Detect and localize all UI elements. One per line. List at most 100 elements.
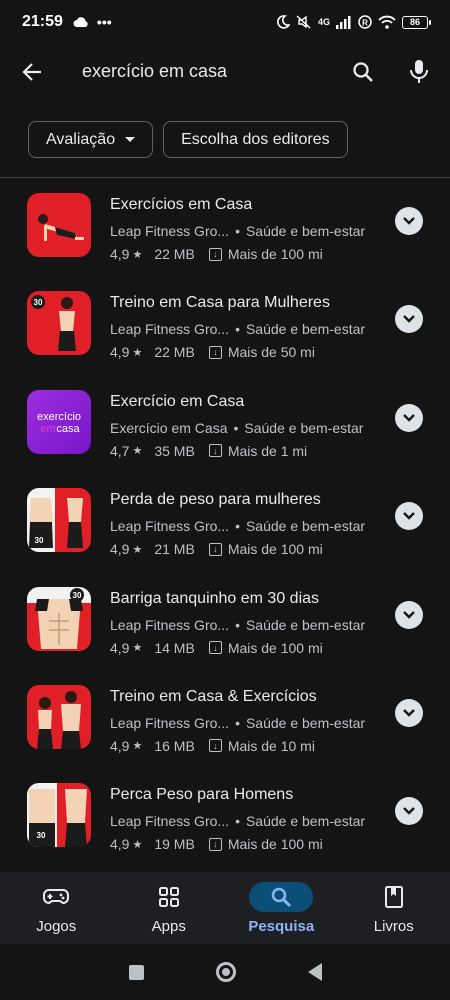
- red-abs-icon: 30: [27, 586, 91, 651]
- app-title: Treino em Casa para Mulheres: [110, 294, 330, 312]
- logo-word-2: em: [40, 423, 55, 435]
- app-stats: 4,7 ★ 35 MB ↓ Mais de 1 mi: [110, 443, 307, 459]
- app-rating: 4,9: [110, 737, 130, 754]
- app-size: 14 MB: [154, 639, 195, 656]
- download-icon: ↓: [208, 739, 222, 753]
- rating-filter-chip[interactable]: Avaliação: [28, 121, 154, 158]
- app-category: Saúde e bem-estar: [245, 518, 366, 535]
- home-button[interactable]: [215, 962, 236, 982]
- arrow-left-icon: [22, 63, 41, 81]
- app-downloads: Mais de 50 mi: [227, 344, 315, 361]
- search-button[interactable]: [348, 57, 378, 87]
- separator: •: [235, 616, 240, 633]
- star-icon: ★: [132, 445, 143, 458]
- list-item[interactable]: Treino em Casa & Exercícios Leap Fitness…: [0, 682, 450, 780]
- microphone-icon: [410, 60, 428, 83]
- app-category: Saúde e bem-estar: [245, 714, 366, 731]
- search-input[interactable]: exercício em casa: [82, 61, 227, 82]
- app-title: Barriga tanquinho em 30 dias: [110, 589, 320, 607]
- expand-button[interactable]: [395, 502, 423, 531]
- chevron-down-icon: [403, 217, 415, 225]
- app-category: Saúde e bem-estar: [245, 223, 366, 239]
- red-women-workout-icon: 30: [27, 291, 91, 356]
- app-size: 16 MB: [154, 737, 195, 754]
- voice-search-button[interactable]: [404, 57, 434, 87]
- app-title: Exercícios em Casa: [110, 196, 253, 213]
- download-icon: ↓: [208, 837, 222, 851]
- back-button[interactable]: [18, 58, 46, 86]
- battery-indicator: 86: [402, 15, 431, 29]
- filter-chips: Avaliação Escolha dos editores: [28, 121, 348, 158]
- expand-button[interactable]: [395, 698, 423, 727]
- app-meta: Leap Fitness Gro... • Saúde e bem-estar: [110, 617, 365, 633]
- editors-choice-chip[interactable]: Escolha dos editores: [163, 121, 348, 158]
- registered-icon: R: [358, 15, 372, 29]
- app-stats: 4,9 ★ 16 MB ↓ Mais de 10 mi: [110, 738, 315, 754]
- star-icon: ★: [132, 248, 143, 261]
- list-item[interactable]: exercício em casa Exercício em Casa Exer…: [0, 387, 450, 485]
- app-rating: 4,9: [110, 541, 130, 558]
- star-icon: ★: [132, 543, 143, 556]
- caret-down-icon: [125, 137, 136, 142]
- app-developer: Leap Fitness Gro...: [110, 321, 230, 338]
- signal-icon: [336, 15, 351, 29]
- nav-item-search[interactable]: Pesquisa: [225, 872, 338, 944]
- search-results-list: Exercícios em Casa Leap Fitness Gro... •…: [0, 190, 450, 879]
- nav-label: Apps: [151, 917, 186, 935]
- star-icon: ★: [132, 838, 143, 851]
- list-item[interactable]: 30 Perda de peso para mulheres Leap Fitn…: [0, 485, 450, 583]
- app-downloads: Mais de 100 mi: [227, 836, 323, 853]
- app-title: Exercício em Casa: [110, 392, 245, 410]
- search-icon: [353, 62, 373, 82]
- app-category: Saúde e bem-estar: [245, 813, 366, 830]
- red-before-after-men-icon: 30: [27, 783, 91, 848]
- divider: [0, 177, 450, 178]
- download-icon: ↓: [208, 345, 222, 359]
- app-meta: Leap Fitness Gro... • Saúde e bem-estar: [110, 321, 365, 337]
- app-downloads: Mais de 100 mi: [227, 639, 323, 656]
- recents-button[interactable]: [128, 964, 144, 980]
- expand-button[interactable]: [395, 305, 423, 334]
- list-item[interactable]: 30 Barriga tanquinho em 30 dias Leap Fit…: [0, 584, 450, 682]
- download-icon: ↓: [208, 247, 222, 261]
- svg-text:R: R: [362, 19, 368, 28]
- expand-button[interactable]: [395, 207, 423, 235]
- more-notifications-icon: •••: [96, 14, 112, 30]
- logo-word-1: exercício: [37, 411, 81, 423]
- app-size: 22 MB: [154, 246, 195, 262]
- list-item[interactable]: Exercícios em Casa Leap Fitness Gro... •…: [0, 190, 450, 288]
- nav-label: Livros: [373, 917, 414, 935]
- app-size: 19 MB: [154, 836, 195, 853]
- app-downloads: Mais de 10 mi: [227, 737, 315, 754]
- list-item[interactable]: 30 Perca Peso para Homens Leap Fitness G…: [0, 780, 450, 878]
- search-bar: exercício em casa: [0, 44, 450, 100]
- app-size: 22 MB: [154, 344, 195, 361]
- active-pill: [249, 881, 314, 912]
- app-developer: Leap Fitness Gro...: [110, 223, 230, 239]
- chevron-down-icon: [403, 315, 415, 324]
- chip-label: Escolha dos editores: [181, 130, 330, 148]
- app-title: Perda de peso para mulheres: [110, 491, 321, 509]
- app-stats: 4,9 ★ 22 MB ↓ Mais de 100 mi: [110, 246, 323, 262]
- app-category: Saúde e bem-estar: [244, 419, 364, 436]
- nav-item-books[interactable]: Livros: [338, 872, 450, 944]
- search-icon: [271, 887, 292, 907]
- app-meta: Exercício em Casa • Saúde e bem-estar: [110, 420, 363, 436]
- expand-button[interactable]: [395, 600, 423, 629]
- nav-item-apps[interactable]: Apps: [113, 872, 226, 944]
- app-size: 35 MB: [154, 442, 195, 459]
- separator: •: [235, 518, 240, 535]
- expand-button[interactable]: [395, 403, 423, 432]
- red-couple-workout-icon: [27, 684, 91, 749]
- app-stats: 4,9 ★ 22 MB ↓ Mais de 50 mi: [110, 344, 315, 360]
- expand-button[interactable]: [395, 797, 423, 826]
- download-icon: ↓: [208, 542, 222, 556]
- app-downloads: Mais de 100 mi: [227, 541, 323, 558]
- separator: •: [235, 813, 240, 830]
- list-item[interactable]: 30 Treino em Casa para Mulheres Leap Fit…: [0, 288, 450, 386]
- system-back-button[interactable]: [307, 963, 322, 981]
- nav-item-games[interactable]: Jogos: [0, 872, 113, 944]
- app-downloads: Mais de 100 mi: [227, 246, 323, 262]
- app-stats: 4,9 ★ 21 MB ↓ Mais de 100 mi: [110, 541, 323, 557]
- badge-30: 30: [34, 298, 43, 307]
